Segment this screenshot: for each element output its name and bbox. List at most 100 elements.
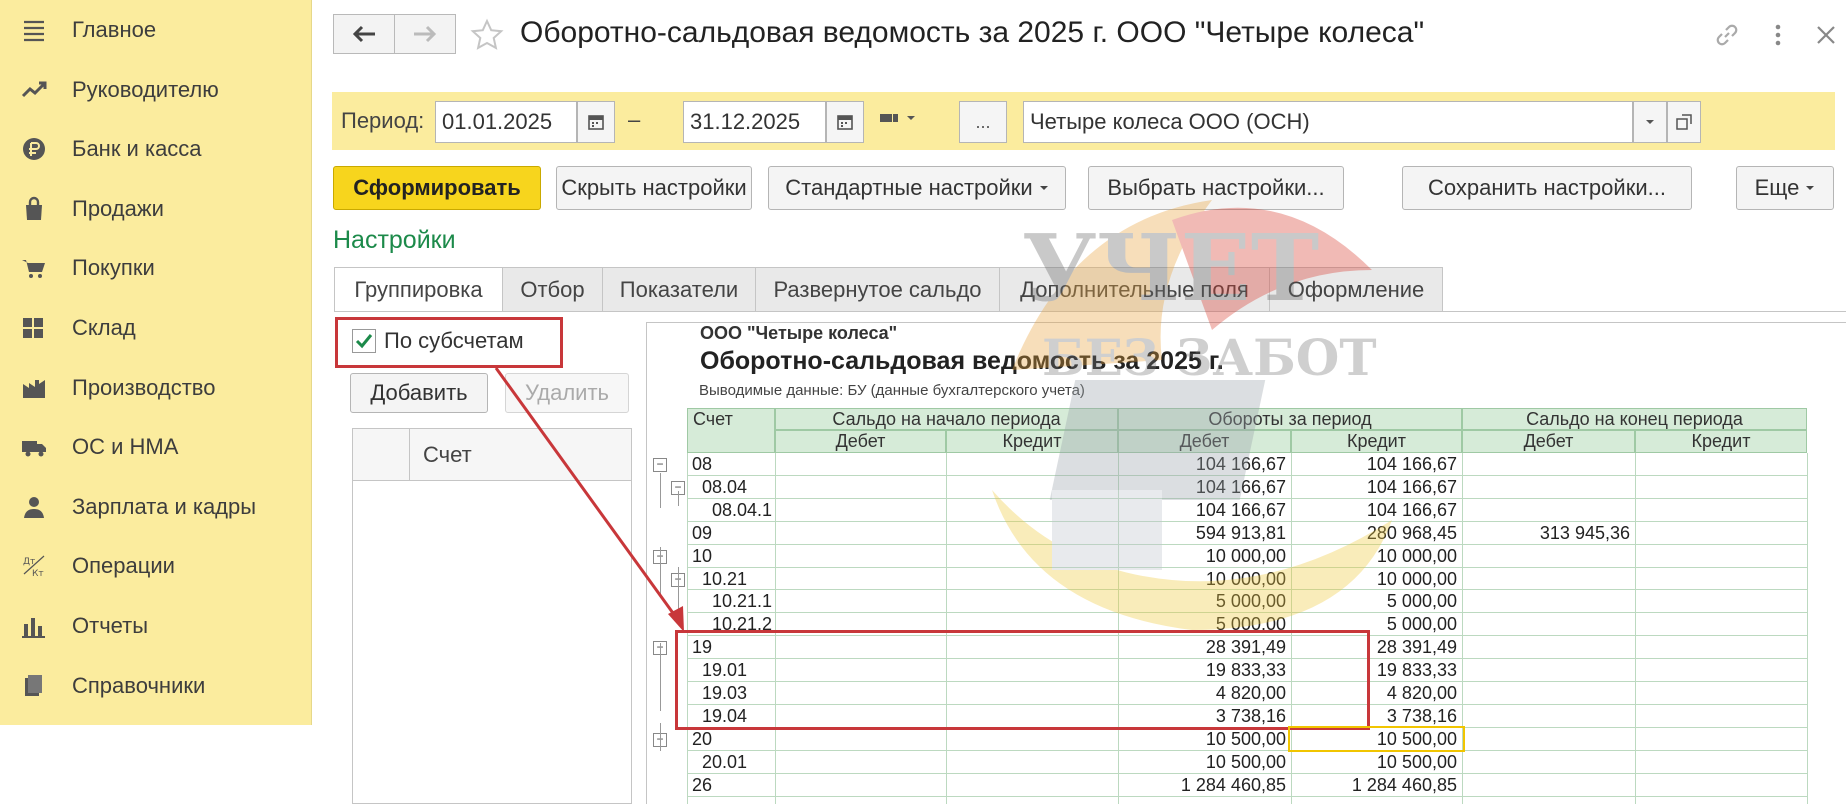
- more-button[interactable]: Еще: [1736, 166, 1834, 210]
- close-icon[interactable]: [1811, 20, 1841, 50]
- cell-cc: [1635, 728, 1802, 751]
- tab-divider: [334, 311, 1846, 312]
- organization-dropdown-button[interactable]: [1633, 101, 1667, 143]
- cell-cc: [1635, 453, 1802, 476]
- period-type-dropdown[interactable]: [880, 110, 916, 126]
- sidebar-item-label: Зарплата и кадры: [72, 493, 257, 519]
- cell-oc: [946, 728, 1113, 751]
- cell-tc: 5 000,00: [1386, 591, 1457, 612]
- sidebar-item-label: Покупки: [72, 255, 155, 281]
- cell-td: 10 500,00: [1205, 728, 1286, 749]
- truck-icon: [17, 430, 51, 464]
- tree-line: [660, 547, 661, 595]
- sidebar-footer-blank: [0, 725, 312, 804]
- cell-td: 104 166,67: [1195, 476, 1286, 497]
- warehouse-grid-icon: [17, 311, 51, 345]
- save-settings-button[interactable]: Сохранить настройки...: [1402, 166, 1692, 210]
- hide-settings-button[interactable]: Скрыть настройки: [556, 166, 752, 210]
- report-title: Оборотно-сальдовая ведомость за 2025 г.: [700, 347, 1224, 375]
- cell-tc: 10 000,00: [1376, 545, 1457, 566]
- organization-open-button[interactable]: [1667, 101, 1701, 143]
- ruble-coin-icon: [17, 132, 51, 166]
- link-icon[interactable]: [1712, 20, 1742, 50]
- sidebar-item-9[interactable]: Дт Кт Операции: [0, 537, 312, 595]
- tab-appearance[interactable]: Оформление: [1269, 267, 1443, 312]
- sidebar: Главное Руководителю Банк и касса Продажи По…: [0, 0, 312, 725]
- cell-cd: [1462, 636, 1630, 659]
- generate-button[interactable]: Сформировать: [333, 166, 541, 210]
- cell-cd: [1462, 499, 1630, 522]
- grid-vline: [1807, 453, 1808, 804]
- tree-line: [660, 723, 661, 751]
- books-icon: [17, 669, 51, 703]
- period-more-button[interactable]: ...: [959, 101, 1007, 143]
- cell-cd: [1462, 453, 1630, 476]
- cell-account: 20.01: [702, 751, 748, 772]
- tab-indicators[interactable]: Показатели: [602, 267, 756, 312]
- organization-input[interactable]: Четыре колеса ООО (ОСН): [1023, 101, 1633, 143]
- sidebar-item-3[interactable]: Продажи: [0, 180, 312, 238]
- cell-cc: [1635, 499, 1802, 522]
- cell-cc: [1635, 522, 1802, 545]
- main-area: Оборотно-сальдовая ведомость за 2025 г. …: [312, 0, 1846, 804]
- star-icon[interactable]: [470, 18, 504, 52]
- sidebar-item-label: Справочники: [72, 672, 206, 698]
- calendar-icon: [588, 115, 604, 130]
- sidebar-item-0[interactable]: Главное: [0, 1, 312, 59]
- tree-collapse-toggle[interactable]: −: [653, 458, 667, 472]
- sidebar-item-4[interactable]: Покупки: [0, 239, 312, 297]
- standard-settings-button[interactable]: Стандартные настройки: [768, 166, 1066, 210]
- window-title: Оборотно-сальдовая ведомость за 2025 г. …: [520, 16, 1425, 49]
- sidebar-item-7[interactable]: ОС и НМА: [0, 418, 312, 476]
- cell-account: 08: [692, 454, 713, 474]
- add-button[interactable]: Добавить: [350, 373, 488, 413]
- factory-icon: [17, 371, 51, 405]
- cell-cc: [1635, 568, 1802, 591]
- tab-additional-fields[interactable]: Дополнительные поля: [999, 267, 1270, 312]
- cell-cd: [1462, 728, 1630, 751]
- person-icon: [17, 490, 51, 524]
- sidebar-item-label: ОС и НМА: [72, 434, 179, 460]
- sidebar-item-1[interactable]: Руководителю: [0, 61, 312, 119]
- tree-line: [660, 473, 661, 508]
- forward-button[interactable]: [394, 14, 456, 54]
- period-start-input[interactable]: 01.01.2025: [435, 101, 577, 143]
- tab-filter[interactable]: Отбор: [502, 267, 603, 312]
- cell-account: 08.04: [702, 476, 748, 497]
- col-debit: Дебет: [1118, 430, 1291, 453]
- cell-cc: [1635, 751, 1802, 774]
- delete-button[interactable]: Удалить: [505, 373, 629, 413]
- sidebar-item-2[interactable]: Банк и касса: [0, 120, 312, 178]
- sidebar-item-5[interactable]: Склад: [0, 299, 312, 357]
- tab-grouping[interactable]: Группировка: [334, 267, 503, 312]
- back-button[interactable]: [333, 14, 395, 54]
- sidebar-item-11[interactable]: Справочники: [0, 657, 312, 715]
- tab-expanded-balance[interactable]: Развернутое сальдо: [755, 267, 1000, 312]
- sidebar-item-8[interactable]: Зарплата и кадры: [0, 478, 312, 536]
- cell-cd: [1462, 751, 1630, 774]
- cell-od: [775, 774, 941, 797]
- tree-line: [678, 491, 679, 505]
- cell-account: 10: [692, 545, 713, 566]
- period-end-input[interactable]: 31.12.2025: [683, 101, 826, 143]
- sidebar-item-6[interactable]: Производство: [0, 359, 312, 417]
- cell-account: 10.21.1: [712, 591, 773, 612]
- cell-cc: [1635, 659, 1802, 682]
- report-preview[interactable]: ООО "Четыре колеса" Оборотно-сальдовая в…: [646, 322, 1846, 804]
- choose-settings-button[interactable]: Выбрать настройки...: [1088, 166, 1344, 210]
- cell-tc: 10 000,00: [1376, 568, 1457, 589]
- sidebar-item-10[interactable]: Отчеты: [0, 597, 312, 655]
- cell-cd: [1462, 613, 1630, 636]
- chevron-down-icon: [1039, 186, 1048, 190]
- cart-icon: [17, 251, 51, 285]
- cell-tc: 1 284 460,85: [1351, 774, 1457, 795]
- chevron-down-icon: [1806, 186, 1815, 190]
- col-credit: Кредит: [1291, 430, 1462, 453]
- cell-cc: [1635, 636, 1802, 659]
- calendar-start-button[interactable]: [577, 101, 615, 143]
- more-vertical-icon[interactable]: [1763, 20, 1793, 50]
- highlight-cell-20-credit: [1288, 725, 1465, 752]
- period-label: Период:: [341, 108, 425, 133]
- calendar-end-button[interactable]: [826, 101, 864, 143]
- chevron-down-icon: [1646, 120, 1654, 124]
